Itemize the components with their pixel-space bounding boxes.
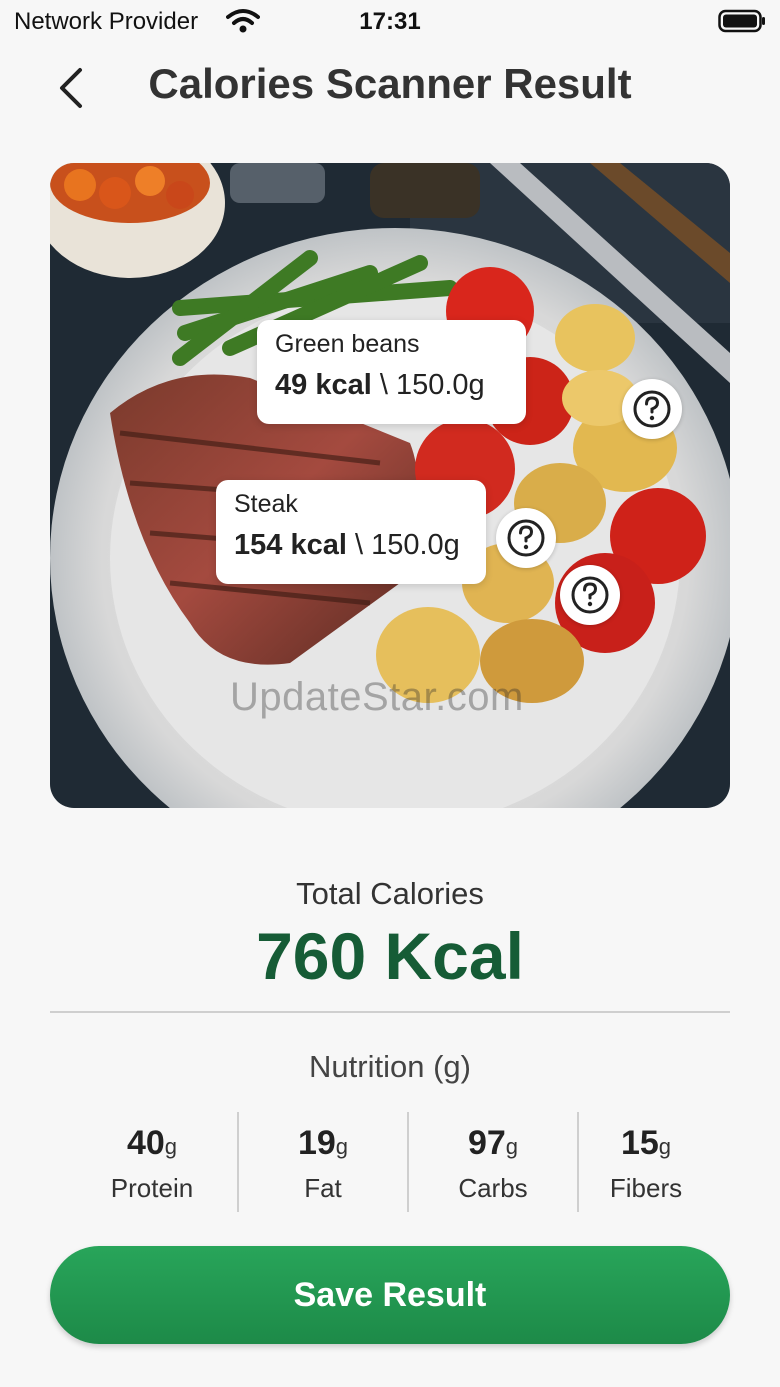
food-photo: UpdateStar.com Green beans 49 kcal \ 150… — [50, 163, 730, 808]
nutrient-fibers: 15g Fibers — [561, 1112, 731, 1212]
question-circle-icon — [633, 390, 671, 428]
food-label-steak[interactable]: Steak 154 kcal \ 150.0g — [216, 480, 486, 584]
help-marker-potatoes[interactable] — [622, 379, 682, 439]
battery-icon — [718, 9, 765, 33]
nutrient-label: Fibers — [609, 1173, 683, 1203]
nutrient-value: 19g — [297, 1124, 349, 1162]
food-name: Green beans — [275, 330, 420, 358]
page-title: Calories Scanner Result — [148, 60, 632, 107]
nutrient-carbs: 97g Carbs — [408, 1112, 578, 1212]
question-circle-icon — [507, 519, 545, 557]
total-calories-label: Total Calories — [296, 876, 484, 911]
status-time: 17:31 — [359, 8, 421, 35]
nutrient-value: 97g — [467, 1124, 519, 1162]
food-calories-weight: 154 kcal \ 150.0g — [234, 529, 468, 562]
food-label-green-beans[interactable]: Green beans 49 kcal \ 150.0g — [257, 320, 526, 424]
nutrient-protein: 40g Protein — [67, 1112, 237, 1212]
food-calories-weight: 49 kcal \ 150.0g — [275, 369, 508, 402]
nutrient-fat: 19g Fat — [238, 1112, 408, 1212]
food-weight: 150.0g — [371, 529, 460, 561]
nutrition-title: Nutrition (g) — [309, 1049, 471, 1084]
help-marker-potato[interactable] — [496, 508, 556, 568]
help-marker-tomato[interactable] — [560, 565, 620, 625]
food-kcal: 154 kcal — [234, 529, 347, 561]
divider — [50, 1011, 730, 1013]
food-weight: 150.0g — [395, 369, 485, 401]
nutrient-label: Carbs — [458, 1173, 528, 1203]
nutrient-value: 15g — [620, 1124, 672, 1162]
food-separator: \ — [354, 529, 364, 561]
nutrient-value: 40g — [126, 1124, 178, 1162]
food-name: Steak — [234, 490, 298, 518]
watermark-text: UpdateStar.com — [230, 675, 524, 719]
nutrition-breakdown: 40g Protein 19g Fat 97g Carbs 15g Fibers — [67, 1112, 747, 1212]
nutrient-label: Protein — [110, 1173, 194, 1203]
save-result-button[interactable]: Save Result — [50, 1246, 730, 1344]
status-bar: Network Provider 17:31 — [0, 0, 780, 44]
question-circle-icon — [571, 576, 609, 614]
food-kcal: 49 kcal — [275, 369, 372, 401]
food-separator: \ — [379, 369, 388, 401]
nutrient-label: Fat — [304, 1173, 342, 1203]
total-calories-value: 760 Kcal — [256, 919, 524, 993]
